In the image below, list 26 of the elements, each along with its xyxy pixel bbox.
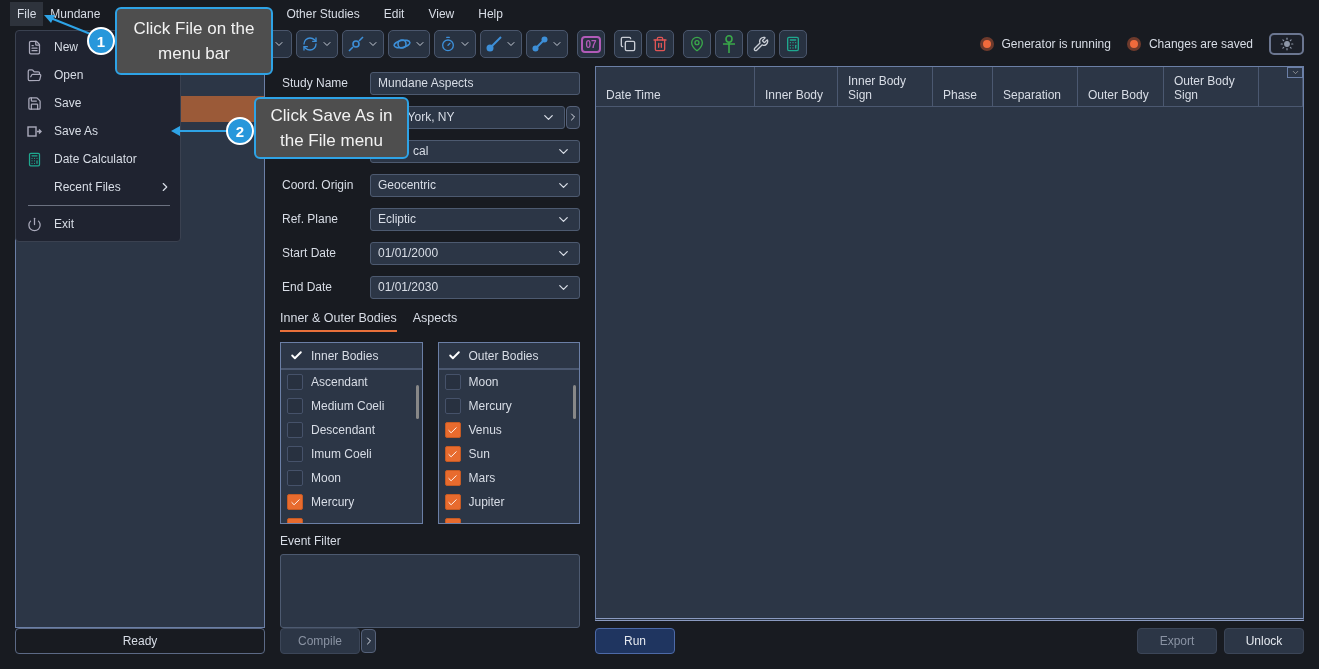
field-label: End Date: [282, 280, 333, 294]
body-label: Descendant: [311, 423, 376, 437]
body-label: Venus: [468, 423, 502, 437]
callout-tooltip: Click File on the menu bar: [115, 7, 273, 75]
body-label: Medium Coeli: [311, 399, 385, 413]
event-filter-label: Event Filter: [280, 534, 341, 548]
callout-tooltip: Click Save As in the File menu: [254, 97, 409, 159]
body-label: Moon: [468, 375, 499, 389]
body-label: Imum Coeli: [311, 447, 372, 461]
body-label: Mars: [468, 471, 496, 485]
body-label: Mercury: [311, 495, 355, 509]
list-header: Inner Bodies: [311, 348, 379, 363]
body-label: Ascendant: [311, 375, 368, 389]
body-label: Jupiter: [468, 495, 505, 509]
body-label: Sun: [468, 447, 490, 461]
field-label: Coord. Origin: [282, 178, 354, 192]
list-header: Outer Bodies: [468, 348, 539, 363]
status-label: Changes are saved: [1148, 37, 1253, 51]
body-label: Moon: [311, 471, 342, 485]
field-label: Ref. Plane: [282, 212, 339, 226]
field-label: Study Name: [282, 76, 349, 90]
status-text: Ready: [15, 628, 265, 654]
body-label: Mercury: [468, 399, 512, 413]
field-label: Start Date: [282, 246, 337, 260]
status-label: Generator is running: [1001, 37, 1111, 51]
step-badge: 1: [87, 27, 115, 55]
